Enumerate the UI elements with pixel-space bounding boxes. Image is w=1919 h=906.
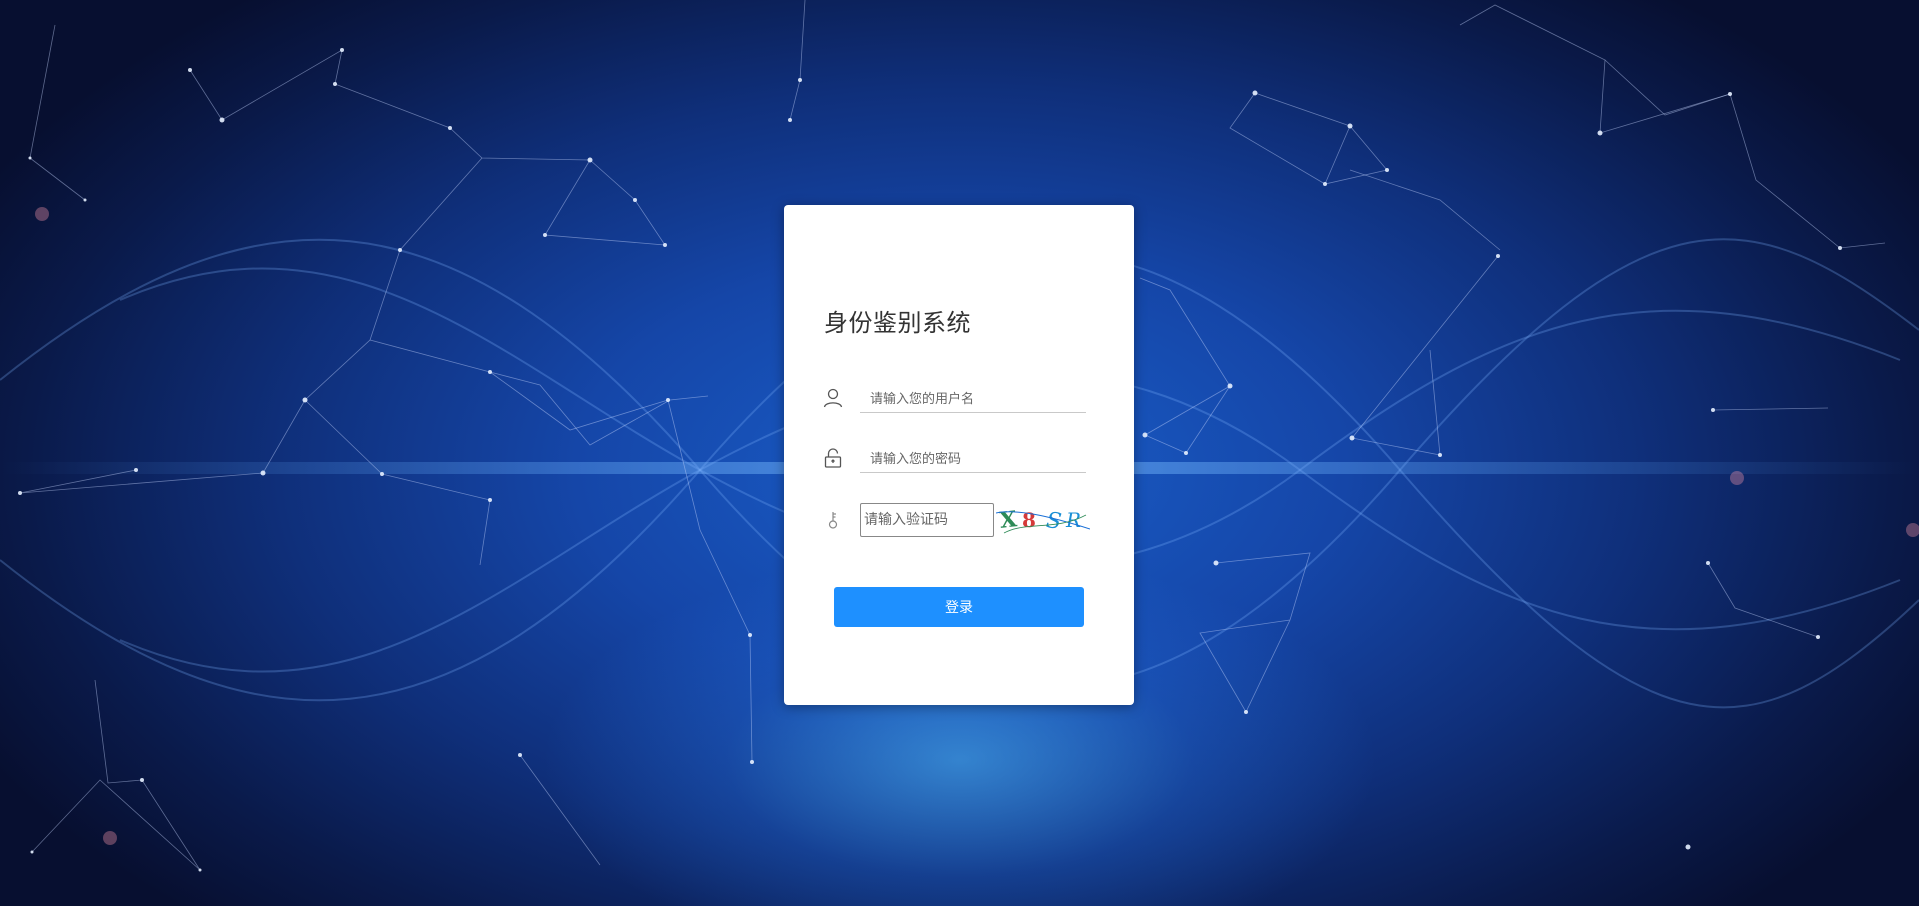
login-card: 身份鉴别系统 请输入您的用户名 请输入验证码 X 8 S R 登录 bbox=[784, 205, 1134, 705]
captcha-input[interactable] bbox=[860, 503, 994, 537]
unlock-icon bbox=[822, 447, 844, 469]
page-title: 身份鉴别系统 bbox=[824, 309, 971, 337]
svg-text:8: 8 bbox=[1022, 508, 1036, 532]
user-icon bbox=[822, 387, 844, 409]
captcha-image[interactable]: X 8 S R bbox=[996, 503, 1090, 537]
svg-text:R: R bbox=[1065, 508, 1081, 532]
key-icon bbox=[822, 509, 844, 531]
username-input[interactable] bbox=[860, 387, 1086, 413]
login-button[interactable]: 登录 bbox=[834, 587, 1084, 627]
password-input[interactable] bbox=[860, 447, 1086, 473]
password-row bbox=[822, 441, 1098, 477]
username-row bbox=[822, 381, 1098, 417]
captcha-row: X 8 S R bbox=[822, 503, 1098, 539]
